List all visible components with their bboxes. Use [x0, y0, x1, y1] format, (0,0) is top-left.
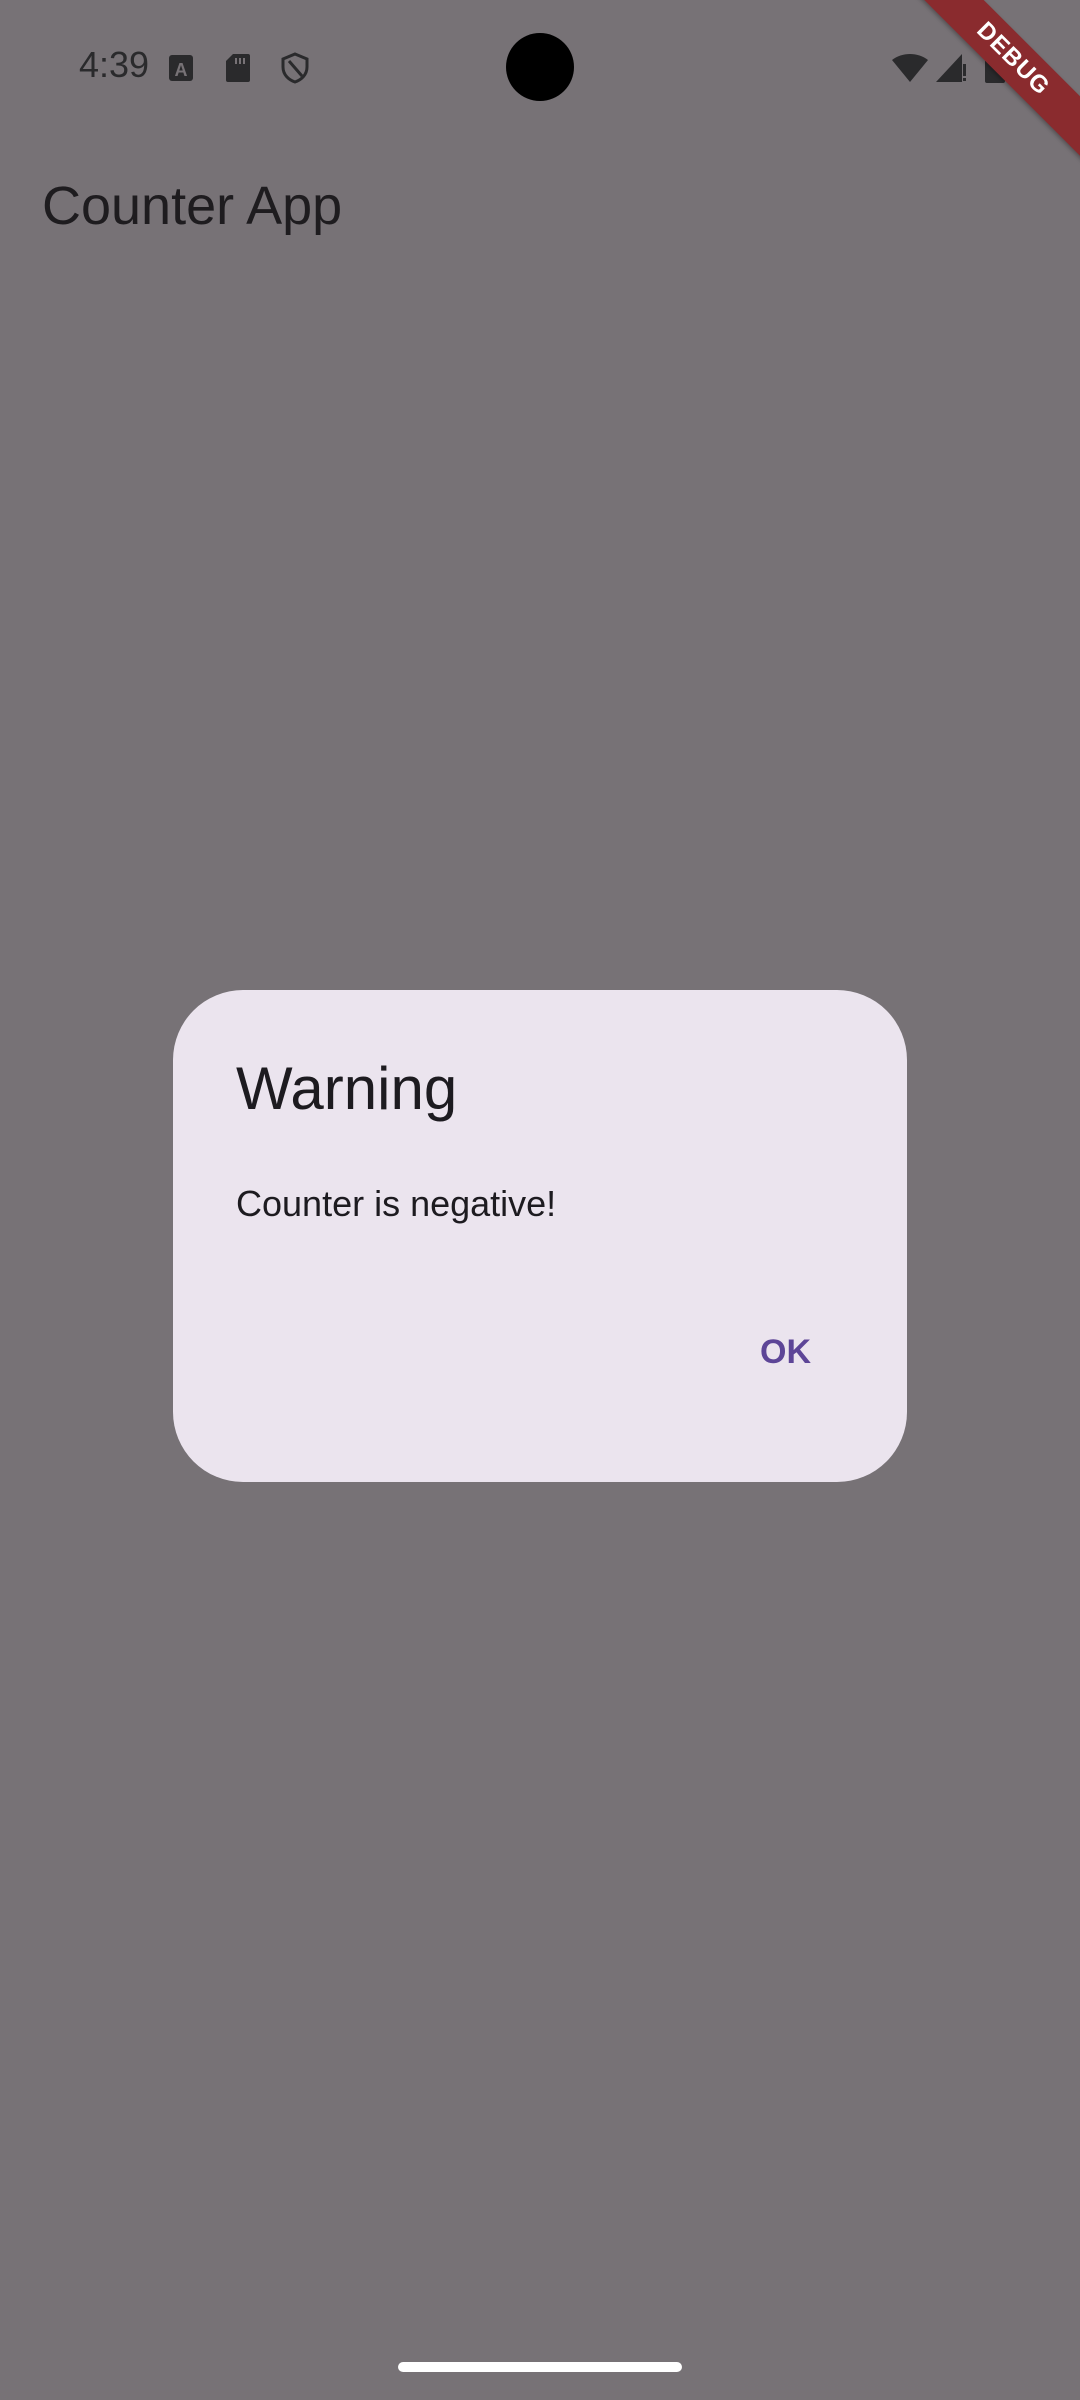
status-time: 4:39 — [79, 44, 150, 85]
signal-icon — [934, 52, 968, 84]
dialog-message: Counter is negative! — [236, 1183, 557, 1224]
home-indicator[interactable] — [398, 2362, 682, 2372]
font-a-icon: A — [166, 52, 196, 84]
status-bar: 4:39 A — [0, 0, 1080, 136]
app-bar-title: Counter App — [42, 176, 343, 236]
svg-text:A: A — [175, 60, 188, 80]
ok-button[interactable]: OK — [746, 1323, 825, 1382]
screen: 4:39 A DEBUG Counter App Warning Counter… — [0, 0, 1080, 2400]
wifi-icon — [890, 52, 930, 84]
dialog-title: Warning — [236, 1055, 458, 1122]
shield-icon — [280, 52, 310, 84]
sd-card-icon — [223, 52, 253, 84]
warning-dialog: Warning Counter is negative! OK — [173, 990, 907, 1482]
camera-cutout — [506, 33, 574, 101]
